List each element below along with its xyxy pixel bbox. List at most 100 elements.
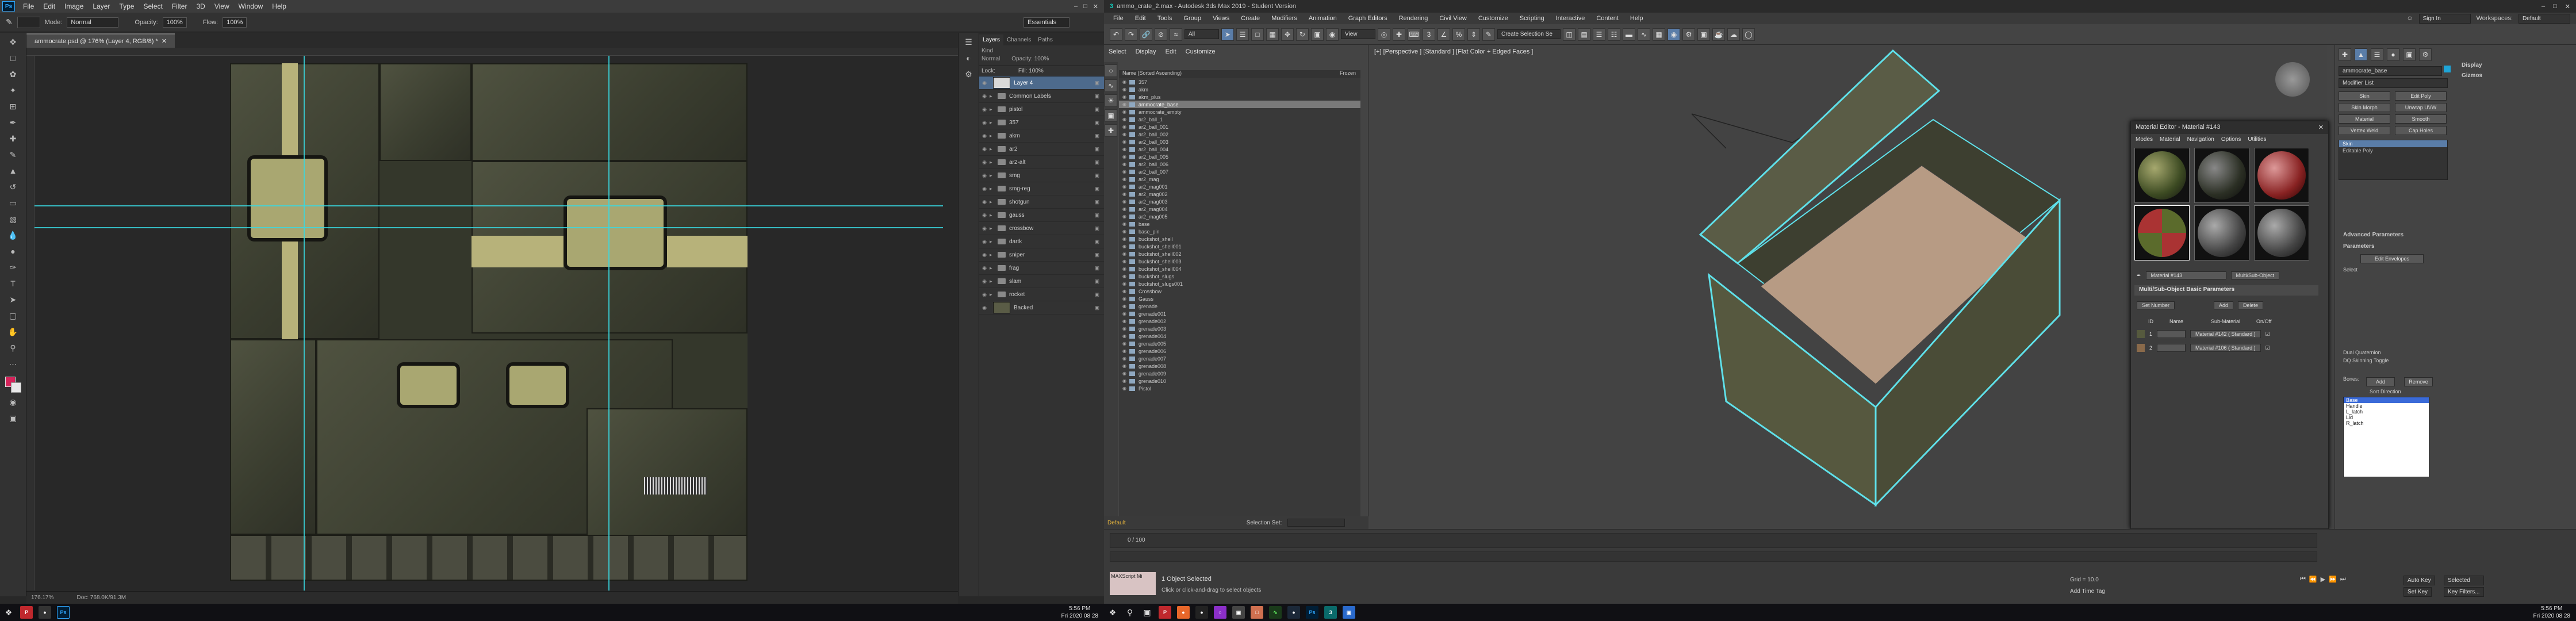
max-menu-edit[interactable]: Edit [1129,15,1152,22]
material-slot[interactable] [2254,205,2309,260]
layer-row[interactable]: ◉ ▸ smg-reg ▣ [979,182,1104,195]
taskbar-app-icon[interactable]: ● [1177,606,1190,619]
layer-row[interactable]: ◉ ▸ akm ▣ [979,129,1104,143]
kind-filter-select[interactable]: Kind [982,48,993,54]
lasso-tool-icon[interactable]: ✿ [5,67,22,81]
layer-row[interactable]: ◉ ▸ ar2-alt ▣ [979,156,1104,169]
expand-chevron-icon[interactable]: ▸ [990,265,998,271]
reference-coordinate-select[interactable]: View [1341,29,1375,39]
scene-object-row[interactable]: ◉ 357 [1119,78,1360,86]
max-menu-views[interactable]: Views [1207,15,1235,22]
scene-object-row[interactable]: ◉ buckshot_shell004 [1119,265,1360,273]
scene-object-row[interactable]: ◉ ar2_ball_1 [1119,116,1360,123]
rendered-frame-icon[interactable]: ▣ [1697,28,1710,41]
expand-chevron-icon[interactable]: ▸ [990,172,998,179]
object-name-field[interactable]: ammocrate_base [2339,66,2442,76]
visibility-eye-icon[interactable]: ◉ [1122,311,1129,316]
undo-icon[interactable]: ↶ [1110,28,1122,41]
visibility-eye-icon[interactable]: ◉ [1122,221,1129,227]
max-menu-civil-view[interactable]: Civil View [1433,15,1472,22]
blur-tool-icon[interactable]: 💧 [5,228,22,242]
layer-row[interactable]: ◉ ▸ Common Labels ▣ [979,90,1104,103]
submaterial-id[interactable]: 1 [2149,331,2152,337]
taskbar-app-icon[interactable]: ○ [1214,606,1226,619]
taskbar-app-icon[interactable]: ∿ [1269,606,1282,619]
next-frame-icon[interactable]: ⏩ [2329,576,2337,583]
layer-row[interactable]: ◉ ▸ rocket ▣ [979,288,1104,301]
rotate-icon[interactable]: ↻ [1296,28,1309,41]
minimize-icon[interactable]: – [1074,3,1078,10]
visibility-eye-icon[interactable]: ◉ [1122,348,1129,354]
clock[interactable]: 5:56 PM Fri 2020 08 28 [1061,605,1099,620]
taskbar-app-icon[interactable]: Ps [57,606,70,619]
scene-object-row[interactable]: ◉ ammocrate_empty [1119,108,1360,116]
adjustments-panel-icon[interactable]: ◐ [960,51,977,65]
expand-chevron-icon[interactable]: ▸ [990,278,998,285]
taskbar-app-icon[interactable]: P [20,606,33,619]
time-slider[interactable]: 0 / 100 [1110,533,2317,548]
minimize-icon[interactable]: – [2542,3,2545,10]
mirror-icon[interactable]: ◫ [1563,28,1575,41]
go-start-icon[interactable]: ⏮ [2300,576,2306,583]
stack-item-skin[interactable]: Skin [2339,140,2447,147]
visibility-eye-icon[interactable]: ◉ [1122,154,1129,159]
scene-object-row[interactable]: ◉ ar2_mag005 [1119,213,1360,220]
max-menu-rendering[interactable]: Rendering [1393,15,1434,22]
select-object-icon[interactable]: ➤ [1221,28,1234,41]
curve-editor-icon[interactable]: ∿ [1638,28,1650,41]
scene-object-row[interactable]: ◉ akm [1119,86,1360,93]
display-rollout[interactable]: Display [2462,62,2482,68]
layer-opacity-field[interactable]: Opacity: 100% [1011,56,1049,62]
scene-object-row[interactable]: ◉ grenade010 [1119,377,1360,385]
align-icon[interactable]: ▤ [1578,28,1590,41]
submaterial-color-swatch[interactable] [2137,344,2145,352]
layer-row[interactable]: ◉ ▸ shotgun ▣ [979,195,1104,209]
expand-chevron-icon[interactable]: ▸ [990,252,998,258]
menu-image[interactable]: Image [60,2,88,10]
user-icon[interactable]: ☺ [2406,15,2413,22]
a360-gallery-icon[interactable]: ◯ [1742,28,1755,41]
visibility-eye-icon[interactable]: ◉ [979,172,990,179]
me-menu-modes[interactable]: Modes [2136,136,2153,143]
gradient-tool-icon[interactable]: ▧ [5,212,22,226]
visibility-eye-icon[interactable]: ◉ [1122,124,1129,129]
brush-preset-picker[interactable] [17,16,40,28]
close-icon[interactable]: ✕ [2318,124,2324,131]
maxscript-listener[interactable]: MAXScript Mi [1110,572,1156,595]
visibility-eye-icon[interactable]: ◉ [979,133,990,139]
track-bar[interactable] [1110,551,2317,562]
skin-morph-modifier-button[interactable]: Skin Morph [2339,103,2390,112]
visibility-eye-icon[interactable]: ◉ [1122,274,1129,279]
scene-menu-customize[interactable]: Customize [1186,48,1216,55]
flow-field[interactable]: 100% [223,17,247,28]
scene-object-row[interactable]: ◉ ar2_mag001 [1119,183,1360,190]
max-menu-scripting[interactable]: Scripting [1514,15,1550,22]
visibility-eye-icon[interactable]: ◉ [1122,199,1129,204]
scene-object-row[interactable]: ◉ ar2_ball_005 [1119,153,1360,160]
visibility-eye-icon[interactable]: ◉ [979,106,990,113]
opacity-field[interactable]: 100% [162,17,187,28]
screen-mode-icon[interactable]: ▣ [5,411,22,425]
material-editor-icon[interactable]: ◉ [1667,28,1680,41]
scene-object-row[interactable]: ◉ grenade001 [1119,310,1360,317]
layer-row[interactable]: ◉ ▸ slam ▣ [979,275,1104,288]
modifier-list-select[interactable]: Modifier List [2339,78,2448,88]
expand-chevron-icon[interactable]: ▸ [990,212,998,218]
material-slot[interactable] [2134,205,2190,260]
auto-key-button[interactable]: Auto Key [2404,576,2435,585]
scene-object-row[interactable]: ◉ grenade [1119,302,1360,310]
scene-object-row[interactable]: ◉ ar2_ball_004 [1119,145,1360,153]
visibility-eye-icon[interactable]: ◉ [979,159,990,166]
layer-row[interactable]: ◉ Layer 4 ▣ [979,76,1104,90]
visibility-eye-icon[interactable]: ◉ [979,239,990,245]
maximize-icon[interactable]: □ [2553,3,2557,10]
visibility-eye-icon[interactable]: ◉ [979,212,990,218]
utilities-tab-icon[interactable]: ⚙ [2419,48,2432,61]
hierarchy-tab-icon[interactable]: ☰ [2371,48,2383,61]
visibility-eye-icon[interactable]: ◉ [1122,363,1129,369]
visibility-eye-icon[interactable]: ◉ [979,199,990,205]
visibility-eye-icon[interactable]: ◉ [1122,244,1129,249]
expand-chevron-icon[interactable]: ▸ [990,239,998,245]
menu-file[interactable]: File [18,2,39,10]
max-menu-help[interactable]: Help [1624,15,1649,22]
